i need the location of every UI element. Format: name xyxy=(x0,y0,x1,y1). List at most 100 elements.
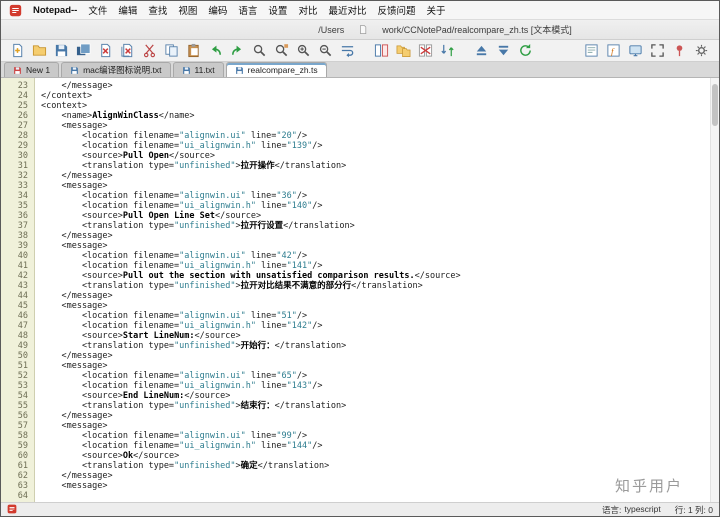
clear-compare-button[interactable] xyxy=(415,42,435,60)
undo-button[interactable] xyxy=(205,42,225,60)
menu-item-view[interactable]: 视图 xyxy=(178,3,197,17)
code-line: </message> xyxy=(41,231,719,241)
code-line: </message> xyxy=(41,411,719,421)
paste-button[interactable] xyxy=(183,42,203,60)
open-folder-icon xyxy=(32,43,47,58)
menu-item-language[interactable]: 语言 xyxy=(238,3,257,17)
tab-0[interactable]: New 1 xyxy=(4,62,59,77)
line-number: 53 xyxy=(1,381,28,391)
find-button[interactable] xyxy=(249,42,269,60)
code-line: <message> xyxy=(41,121,719,131)
zoom-in-button[interactable] xyxy=(293,42,313,60)
line-number: 48 xyxy=(1,331,28,341)
line-number: 27 xyxy=(1,121,28,131)
code-line: <context> xyxy=(41,101,719,111)
line-number: 44 xyxy=(1,291,28,301)
menu-item-compare[interactable]: 对比 xyxy=(298,3,317,17)
code-line: <location filename="ui_alignwin.h" line=… xyxy=(41,381,719,391)
settings-button[interactable] xyxy=(691,42,711,60)
line-number-gutter[interactable]: 2324252627282930313233343536373839404142… xyxy=(1,78,35,502)
dir-compare-button[interactable] xyxy=(393,42,413,60)
new-file-icon xyxy=(10,43,25,58)
menu-item-encoding[interactable]: 编码 xyxy=(208,3,227,17)
code-line: <location filename="alignwin.ui" line="5… xyxy=(41,311,719,321)
function-list-button[interactable]: f xyxy=(603,42,623,60)
line-number: 40 xyxy=(1,251,28,261)
close-all-button[interactable] xyxy=(117,42,137,60)
line-number: 24 xyxy=(1,91,28,101)
redo-icon xyxy=(230,43,245,58)
saved-indicator-icon xyxy=(235,66,244,75)
code-line: <location filename="ui_alignwin.h" line=… xyxy=(41,321,719,331)
next-diff-button[interactable] xyxy=(493,42,513,60)
menu-item-edit[interactable]: 编辑 xyxy=(118,3,137,17)
document-proxy-icon xyxy=(358,24,368,35)
sync-scroll-icon xyxy=(440,43,455,58)
menu-item-about[interactable]: 关于 xyxy=(426,3,445,17)
word-wrap-icon xyxy=(340,43,355,58)
copy-button[interactable] xyxy=(161,42,181,60)
toolbar-group-2 xyxy=(471,42,535,60)
document-map-button[interactable] xyxy=(581,42,601,60)
line-number: 29 xyxy=(1,141,28,151)
menu-item-feedback[interactable]: 反馈问题 xyxy=(377,3,415,17)
vertical-scrollbar[interactable] xyxy=(710,78,719,502)
app-logo-icon[interactable] xyxy=(9,4,22,17)
tab-3[interactable]: realcompare_zh.ts xyxy=(226,62,327,77)
save-button[interactable] xyxy=(51,42,71,60)
window-title: work/CCNotePad/realcompare_zh.ts [文本模式] xyxy=(382,23,572,36)
tab-bar: New 1 mac编译图标说明.txt 11.txtrealcompare_zh.t… xyxy=(1,62,719,78)
line-number: 28 xyxy=(1,131,28,141)
code-line: <translation type="unfinished">确定</trans… xyxy=(41,461,719,471)
code-line: <message> xyxy=(41,241,719,251)
monitor-button[interactable] xyxy=(625,42,645,60)
replace-icon xyxy=(274,43,289,58)
code-area[interactable]: </message></context><context> <name>Alig… xyxy=(35,78,719,502)
refresh-button[interactable] xyxy=(515,42,535,60)
new-file-button[interactable] xyxy=(7,42,27,60)
scrollbar-thumb[interactable] xyxy=(712,84,718,126)
menu-item-settings[interactable]: 设置 xyxy=(268,3,287,17)
tab-2[interactable]: 11.txt xyxy=(173,62,224,77)
status-language-value: typescript xyxy=(624,504,660,516)
menu-item-recent-compare[interactable]: 最近对比 xyxy=(328,3,366,17)
file-compare-button[interactable] xyxy=(371,42,391,60)
word-wrap-button[interactable] xyxy=(337,42,357,60)
close-all-icon xyxy=(120,43,135,58)
line-number: 25 xyxy=(1,101,28,111)
close-file-button[interactable] xyxy=(95,42,115,60)
tab-label: mac编译图标说明.txt xyxy=(83,64,161,76)
code-line: <source>Pull Open Line Set</source> xyxy=(41,211,719,221)
prev-diff-button[interactable] xyxy=(471,42,491,60)
line-number: 36 xyxy=(1,211,28,221)
code-line: <location filename="ui_alignwin.h" line=… xyxy=(41,441,719,451)
line-number: 32 xyxy=(1,171,28,181)
redo-button[interactable] xyxy=(227,42,247,60)
saved-indicator-icon xyxy=(182,66,191,75)
save-all-button[interactable] xyxy=(73,42,93,60)
line-number: 56 xyxy=(1,411,28,421)
line-number: 33 xyxy=(1,181,28,191)
line-number: 58 xyxy=(1,431,28,441)
zoom-out-icon xyxy=(318,43,333,58)
replace-button[interactable] xyxy=(271,42,291,60)
fullscreen-button[interactable] xyxy=(647,42,667,60)
menu-item-search[interactable]: 查找 xyxy=(148,3,167,17)
menu-item-file[interactable]: 文件 xyxy=(88,3,107,17)
pin-top-button[interactable] xyxy=(669,42,689,60)
line-number: 35 xyxy=(1,201,28,211)
code-line: <location filename="alignwin.ui" line="3… xyxy=(41,191,719,201)
cut-button[interactable] xyxy=(139,42,159,60)
line-number: 51 xyxy=(1,361,28,371)
menu-bar: Notepad-- 文件编辑查找视图编码语言设置对比最近对比反馈问题关于 xyxy=(1,1,719,20)
code-line: <message> xyxy=(41,361,719,371)
open-folder-button[interactable] xyxy=(29,42,49,60)
sync-scroll-button[interactable] xyxy=(437,42,457,60)
close-file-icon xyxy=(98,43,113,58)
line-number: 55 xyxy=(1,401,28,411)
code-line: <location filename="ui_alignwin.h" line=… xyxy=(41,261,719,271)
zoom-out-button[interactable] xyxy=(315,42,335,60)
app-name-menu[interactable]: Notepad-- xyxy=(33,5,77,16)
tab-1[interactable]: mac编译图标说明.txt xyxy=(61,62,170,77)
fullscreen-icon xyxy=(650,43,665,58)
